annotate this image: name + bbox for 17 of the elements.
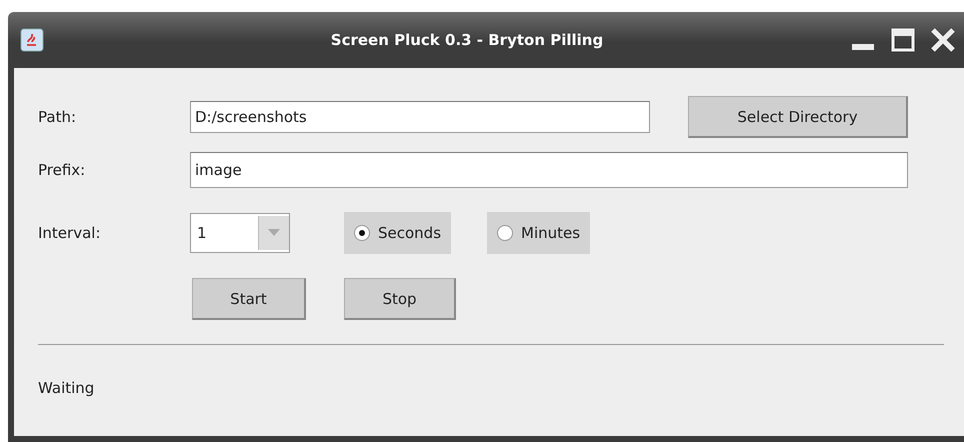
- start-button[interactable]: Start: [192, 278, 306, 320]
- field-label: Interval:: [38, 224, 102, 242]
- path-field[interactable]: D:/screenshots: [190, 101, 650, 133]
- java-cup-icon: [20, 28, 44, 52]
- field-label: Prefix:: [38, 161, 86, 179]
- close-icon[interactable]: [930, 27, 956, 53]
- prefix-field[interactable]: image: [190, 152, 908, 188]
- select-directory-button[interactable]: Select Directory: [688, 96, 908, 138]
- window-title: Screen Pluck 0.3 - Bryton Pilling: [330, 31, 604, 49]
- stop-button[interactable]: Stop: [344, 278, 456, 320]
- interval-dropdown[interactable]: 1: [190, 213, 290, 253]
- status-text: Waiting: [38, 379, 96, 397]
- maximize-icon[interactable]: [890, 27, 916, 53]
- radio-button[interactable]: Seconds: [344, 212, 452, 254]
- radio-button[interactable]: Minutes: [487, 212, 590, 254]
- field-label: Path:: [38, 108, 78, 126]
- caret-icon: [268, 229, 280, 237]
